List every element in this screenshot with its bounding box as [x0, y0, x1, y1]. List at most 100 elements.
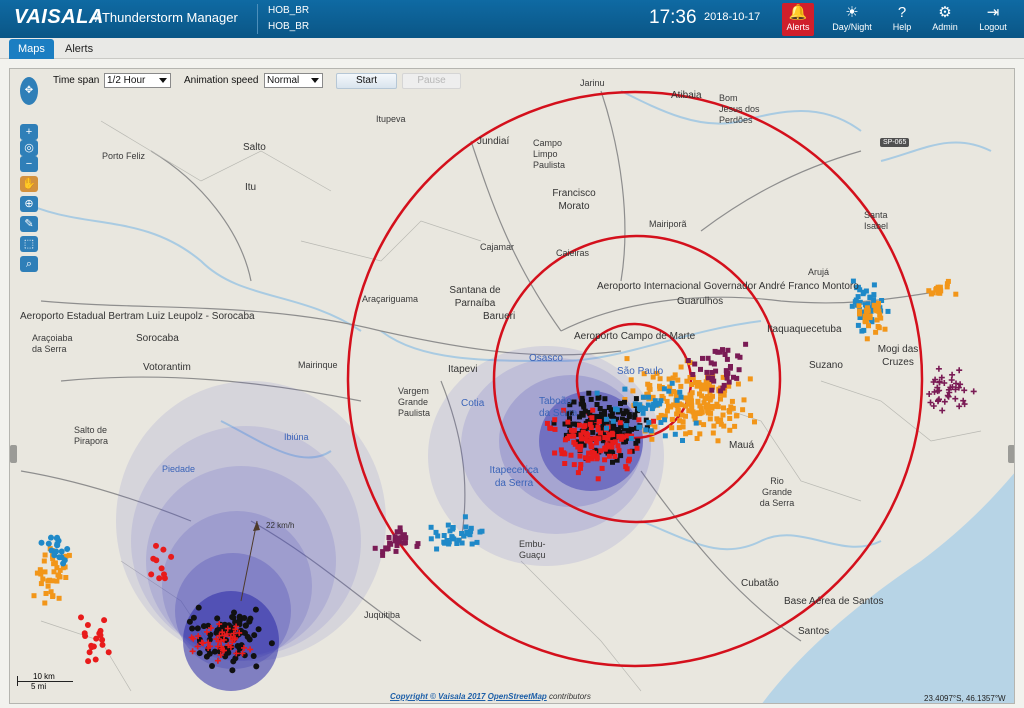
map-canvas[interactable] [10, 69, 1015, 704]
lightning-strike [702, 385, 708, 391]
lightning-strike [721, 423, 727, 429]
lightning-strike [48, 589, 54, 595]
time-span-select[interactable]: 1/2 Hour [104, 73, 171, 88]
lightning-strike [388, 541, 394, 547]
lightning-strike [878, 315, 884, 321]
admin-button-label: Admin [932, 22, 958, 32]
pause-button[interactable]: Pause [402, 73, 461, 89]
lightning-strike [657, 383, 662, 389]
lightning-strike [78, 614, 84, 621]
animation-speed-select[interactable]: Normal [264, 73, 323, 88]
lightning-strike [614, 407, 620, 413]
lightning-strike [428, 536, 434, 542]
place-label: Santos [798, 626, 830, 637]
lightning-strike [590, 407, 596, 413]
lightning-strike [606, 453, 612, 459]
lightning-strike [691, 410, 697, 416]
left-panel-handle[interactable] [10, 445, 17, 463]
lightning-strike [690, 372, 696, 377]
tab-alerts[interactable]: Alerts [56, 39, 102, 59]
lightning-strike [253, 663, 260, 670]
lightning-strike [441, 533, 447, 538]
lightning-strike [403, 535, 409, 541]
measure-icon[interactable]: ✎ [20, 216, 38, 232]
zoom-out-icon[interactable]: − [20, 156, 38, 172]
lightning-strike [577, 453, 583, 459]
lightning-strike [743, 341, 749, 347]
lightning-strike [595, 476, 601, 482]
place-label: Juquitiba [364, 610, 401, 620]
storm-cell-west[interactable] [116, 381, 386, 691]
scale-mi: 5 mi [31, 682, 47, 691]
lightning-strike [676, 425, 682, 431]
place-label: Guarulhos [677, 296, 724, 307]
logout-button-label: Logout [979, 22, 1007, 32]
lightning-strike [636, 424, 642, 430]
map-copyright: Copyright © Vaisala 2017 OpenStreetMap c… [390, 692, 591, 701]
lightning-strike [647, 386, 653, 392]
magnify-icon[interactable]: ⌕ [20, 256, 38, 272]
start-button[interactable]: Start [336, 73, 397, 89]
help-icon: ? [897, 4, 907, 21]
lightning-strike [715, 438, 721, 444]
lightning-strike [596, 394, 602, 400]
lightning-strike [606, 443, 612, 449]
lightning-strike [949, 371, 956, 378]
place-label: Mairinque [298, 360, 338, 370]
day-night-button[interactable]: ☀ Day/Night [828, 3, 876, 36]
lightning-strike [876, 300, 881, 306]
lightning-strike [209, 663, 215, 669]
lightning-strike [383, 545, 389, 551]
place-label: Aeroporto Campo de Marte [574, 331, 696, 342]
admin-button[interactable]: ⚙ Admin [928, 3, 962, 36]
lightning-strike [634, 445, 640, 451]
lightning-strike [615, 443, 621, 449]
lightning-strike [582, 423, 588, 429]
lightning-strike [720, 412, 726, 418]
lightning-strike [618, 453, 624, 459]
lightning-strike [863, 308, 869, 314]
place-label: Aeroporto Internacional Governador André… [597, 281, 859, 292]
place-label: Jarinu [580, 78, 605, 88]
tab-maps[interactable]: Maps [9, 39, 54, 59]
hand-icon[interactable]: ✋ [20, 176, 38, 192]
place-label: Cajamar [480, 242, 515, 252]
map-scale: 10 km 5 mi [15, 672, 75, 692]
lightning-strike [680, 438, 685, 443]
lightning-strike [586, 390, 592, 396]
copyright-vaisala-link[interactable]: Copyright © Vaisala 2017 [390, 692, 485, 701]
lightning-strike [709, 405, 715, 411]
lightning-strike [214, 615, 221, 622]
lightning-strike [250, 653, 257, 659]
layers-icon[interactable]: ◎ [20, 140, 38, 156]
lightning-strike [447, 528, 453, 534]
logout-button[interactable]: ⇥ Logout [976, 3, 1010, 36]
place-label: Taboão da Serra [539, 396, 578, 419]
place-label: Votorantim [143, 362, 191, 373]
lightning-strike [941, 380, 948, 386]
app-title: / Thunderstorm Manager [95, 10, 238, 25]
help-button[interactable]: ? Help [888, 3, 916, 36]
pan-icon[interactable]: ✥ [20, 77, 38, 105]
server-line-2: HOB_BR [268, 21, 310, 32]
select-icon[interactable]: ⬚ [20, 236, 38, 252]
help-button-label: Help [892, 22, 912, 32]
map-view[interactable] [9, 68, 1015, 704]
lightning-strike [606, 432, 612, 438]
lightning-strike [640, 394, 646, 400]
lightning-strike [735, 381, 741, 387]
right-panel-handle[interactable] [1008, 445, 1014, 463]
alerts-button[interactable]: 🔔 Alerts [782, 3, 814, 36]
lightning-strike [602, 396, 608, 402]
app-window: VAISALA / Thunderstorm Manager HOB_BR HO… [0, 0, 1024, 708]
lightning-strike [603, 416, 609, 422]
zoom-in-icon[interactable]: + [20, 124, 38, 140]
zoom-box-icon[interactable]: ⊕ [20, 196, 38, 212]
place-label: Jundiaí [477, 136, 510, 147]
lightning-strike [586, 450, 592, 456]
osm-link[interactable]: OpenStreetMap [488, 692, 547, 701]
lightning-strike [693, 420, 699, 426]
place-label: Suzano [809, 360, 843, 371]
place-label: Ibiúna [284, 432, 309, 442]
lightning-strike [624, 409, 630, 415]
